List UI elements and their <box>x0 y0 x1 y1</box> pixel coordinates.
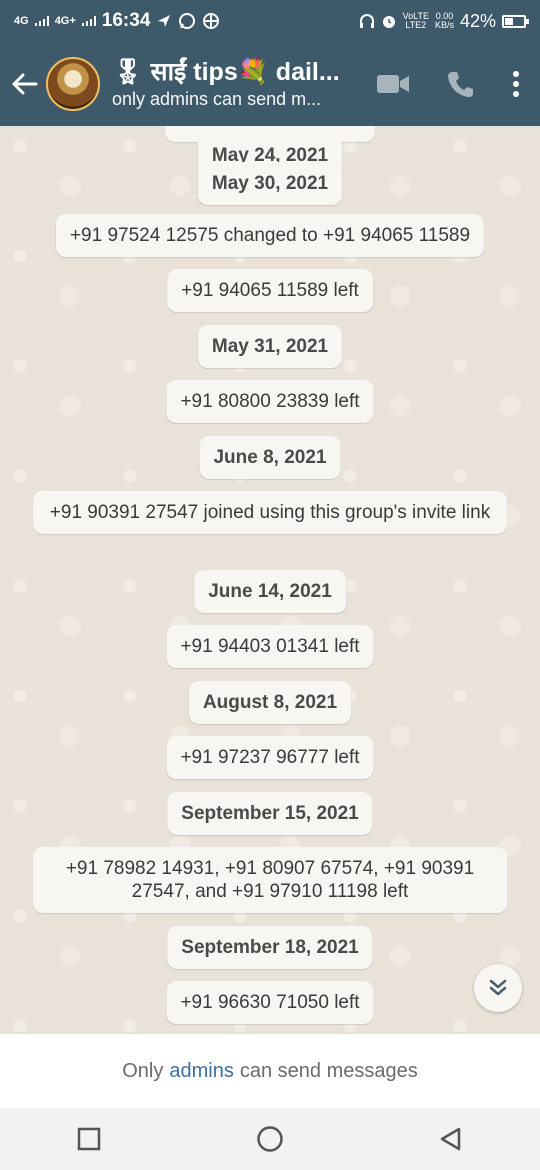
back-nav-button[interactable] <box>438 1126 464 1152</box>
whatsapp-notification-icon <box>179 13 196 29</box>
system-navigation-bar <box>0 1108 540 1170</box>
signal-icon-2 <box>81 16 96 26</box>
network-indicator-1: 4G <box>14 14 29 27</box>
chat-header: 🎖 साईं tips💐 dail... only admins can sen… <box>0 42 540 126</box>
battery-percent: 42% <box>459 10 496 31</box>
system-message: +91 97524 12575 changed to +91 94065 115… <box>55 214 485 257</box>
network-indicator-2: 4G+ <box>54 14 76 27</box>
date-chip: June 14, 2021 <box>194 570 346 613</box>
back-arrow-icon <box>12 73 38 95</box>
signal-icon <box>34 16 49 26</box>
voice-call-icon[interactable] <box>446 69 476 99</box>
system-message: +91 78982 14931, +91 80907 67574, +91 90… <box>33 847 507 913</box>
system-message: +91 90391 27547 joined using this group'… <box>33 491 507 534</box>
double-chevron-down-icon <box>489 979 507 996</box>
admins-only-notice: Only admins can send messages <box>0 1034 540 1108</box>
system-message: +91 80800 23839 left <box>166 380 374 423</box>
date-chip: September 15, 2021 <box>167 792 373 835</box>
scroll-to-bottom-button[interactable] <box>474 964 522 1012</box>
date-chip: May 31, 2021 <box>197 325 343 368</box>
recent-apps-button[interactable] <box>76 1126 102 1152</box>
status-bar: 4G 4G+ 16:34 VoLTE LTE2 0.00 KB/s 42% <box>0 0 540 42</box>
date-chip: May 30, 2021 <box>197 162 343 205</box>
chat-area[interactable]: +91 ..... ..... left May 24, 2021 May 30… <box>0 126 540 1034</box>
group-avatar[interactable] <box>46 57 100 111</box>
more-options-icon[interactable] <box>512 69 520 99</box>
date-chip: June 8, 2021 <box>199 436 341 479</box>
location-icon <box>158 15 171 27</box>
admins-link[interactable]: admins <box>169 1060 233 1083</box>
volte-indicator: VoLTE LTE2 <box>402 11 429 30</box>
video-call-icon[interactable] <box>376 72 410 96</box>
alarm-icon <box>382 16 395 28</box>
app-notification-icon <box>203 13 220 29</box>
system-message: +91 94403 01341 left <box>166 625 374 668</box>
group-subtitle: only admins can send m... <box>112 89 322 109</box>
headset-icon <box>359 14 374 28</box>
clock: 16:34 <box>101 10 151 31</box>
group-title: 🎖 साईं tips💐 dail... <box>112 58 340 86</box>
date-chip: August 8, 2021 <box>188 681 352 724</box>
date-chip: September 18, 2021 <box>167 926 373 969</box>
battery-icon <box>502 14 529 28</box>
system-message: +91 96630 71050 left <box>166 981 374 1024</box>
home-button[interactable] <box>255 1124 285 1154</box>
system-message: +91 97237 96777 left <box>166 736 374 779</box>
back-button[interactable] <box>4 64 44 104</box>
network-speed: 0.00 KB/s <box>434 11 454 30</box>
notice-text-1: Only <box>122 1059 164 1082</box>
system-message: +91 94065 11589 left <box>167 269 373 312</box>
notice-text-2: can send messages <box>239 1059 418 1082</box>
group-info[interactable]: 🎖 साईं tips💐 dail... only admins can sen… <box>112 57 352 111</box>
